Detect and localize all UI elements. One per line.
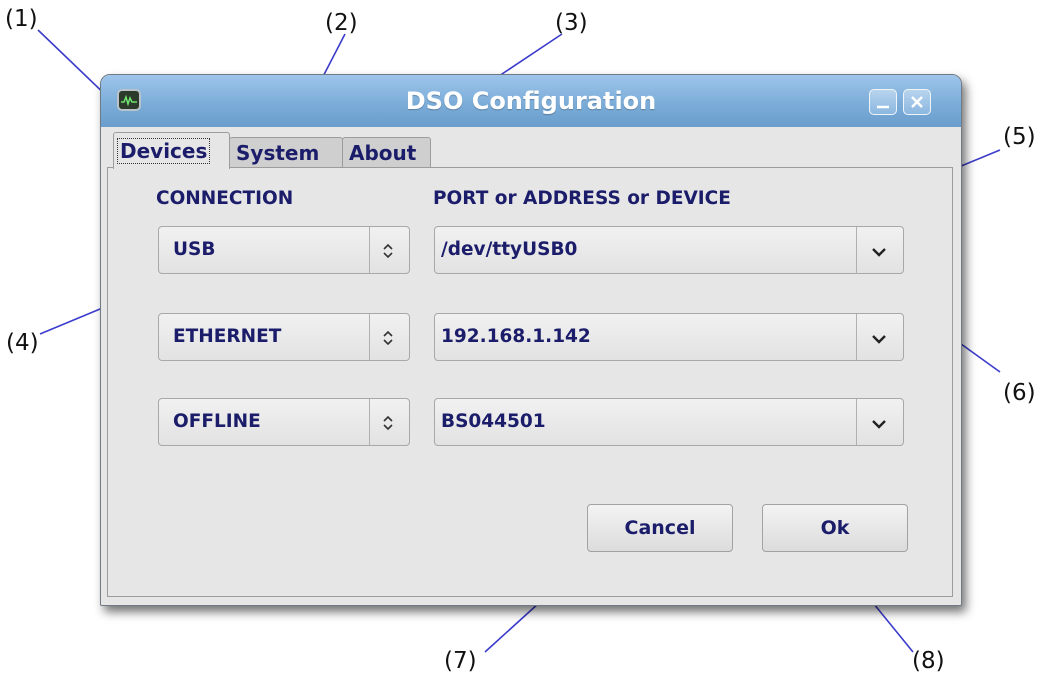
tab-system-label: System — [236, 141, 320, 165]
devices-panel: CONNECTION PORT or ADDRESS or DEVICE USB… — [107, 167, 953, 597]
tab-system[interactable]: System — [229, 137, 343, 168]
callout-8: (8) — [912, 648, 945, 674]
callout-5: (5) — [1003, 124, 1036, 150]
combobox-separator — [856, 399, 857, 445]
callout-1: (1) — [5, 6, 38, 32]
tab-devices[interactable]: Devices — [113, 132, 230, 169]
minimize-button[interactable] — [869, 89, 897, 115]
tab-devices-label: Devices — [117, 138, 211, 164]
callout-6: (6) — [1003, 380, 1036, 406]
port-combobox-usb[interactable]: /dev/ttyUSB0 — [434, 226, 904, 274]
callout-7: (7) — [444, 648, 477, 674]
tab-about-label: About — [349, 141, 417, 165]
callout-3: (3) — [555, 10, 588, 36]
connection-header: CONNECTION — [156, 188, 294, 209]
combobox-separator — [856, 227, 857, 273]
dso-configuration-window: DSO Configuration Devices System About C… — [100, 74, 962, 606]
title-bar[interactable]: DSO Configuration — [101, 75, 961, 127]
tab-about[interactable]: About — [342, 137, 431, 168]
port-combobox-value: /dev/ttyUSB0 — [441, 239, 578, 260]
port-combobox-offline[interactable]: BS044501 — [434, 398, 904, 446]
connection-select-value: USB — [173, 239, 216, 260]
updown-arrow-icon — [383, 330, 393, 346]
updown-arrow-icon — [383, 243, 393, 259]
connection-select-offline[interactable]: OFFLINE — [158, 398, 410, 446]
updown-arrow-icon — [383, 415, 393, 431]
combobox-separator — [856, 314, 857, 360]
ok-button[interactable]: Ok — [762, 504, 908, 552]
callout-2: (2) — [325, 10, 358, 36]
close-button[interactable] — [903, 89, 931, 115]
chevron-down-icon[interactable] — [867, 240, 891, 262]
select-separator — [369, 314, 370, 360]
callout-4: (4) — [6, 330, 39, 356]
chevron-down-icon[interactable] — [867, 327, 891, 349]
cancel-button[interactable]: Cancel — [587, 504, 733, 552]
select-separator — [369, 399, 370, 445]
connection-select-value: ETHERNET — [173, 326, 282, 347]
port-header: PORT or ADDRESS or DEVICE — [433, 188, 731, 209]
select-separator — [369, 227, 370, 273]
port-combobox-value: 192.168.1.142 — [441, 326, 591, 347]
connection-select-value: OFFLINE — [173, 411, 261, 432]
connection-select-usb[interactable]: USB — [158, 226, 410, 274]
chevron-down-icon[interactable] — [867, 412, 891, 434]
connection-select-ethernet[interactable]: ETHERNET — [158, 313, 410, 361]
window-title: DSO Configuration — [405, 87, 657, 115]
port-combobox-ethernet[interactable]: 192.168.1.142 — [434, 313, 904, 361]
minimize-icon — [877, 105, 889, 109]
close-icon — [911, 96, 923, 108]
port-combobox-value: BS044501 — [441, 411, 546, 432]
